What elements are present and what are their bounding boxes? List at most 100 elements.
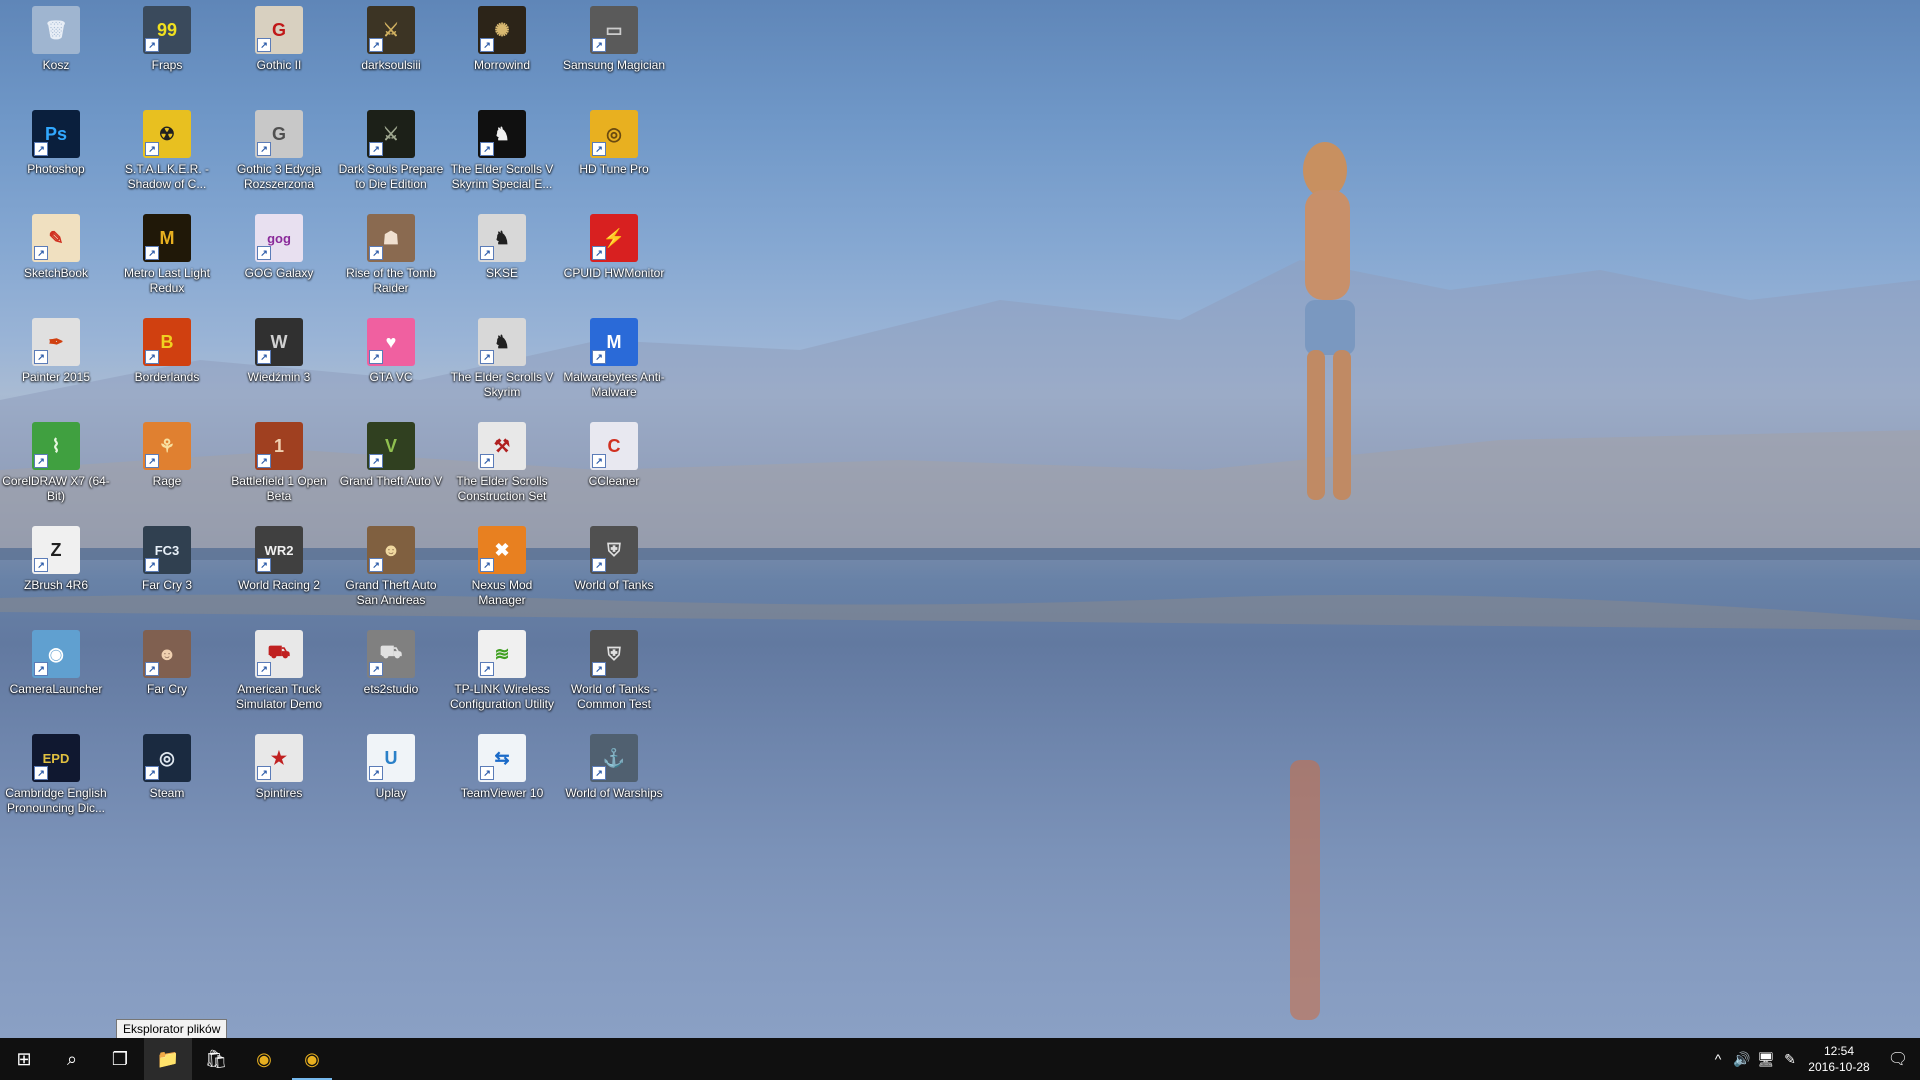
desktop-icon-label: World of Warships (565, 786, 663, 800)
desktop-icon[interactable]: ✺ ↗ Morrowind (448, 0, 556, 100)
app-icon: ♞ ↗ (478, 110, 526, 158)
search-button[interactable]: ⌕ (48, 1038, 96, 1080)
desktop-icon[interactable]: W ↗ Wiedźmin 3 (225, 312, 333, 412)
store-button[interactable]: 🛍 (192, 1038, 240, 1080)
desktop-icon[interactable]: ◎ ↗ HD Tune Pro (560, 104, 668, 204)
desktop-icon-label: Gothic 3 Edycja Rozszerzona (236, 162, 322, 191)
desktop-icon[interactable]: ☗ ↗ Rise of the Tomb Raider (337, 208, 445, 308)
pen-workspace-icon[interactable]: ✎ (1778, 1051, 1802, 1068)
desktop-icon[interactable]: ☢ ↗ S.T.A.L.K.E.R. - Shadow of C... (113, 104, 221, 204)
shortcut-arrow-icon: ↗ (257, 38, 271, 52)
desktop-icon[interactable]: B ↗ Borderlands (113, 312, 221, 412)
shortcut-arrow-icon: ↗ (369, 142, 383, 156)
desktop-icon[interactable]: 99 ↗ Fraps (113, 0, 221, 100)
desktop-icon[interactable]: ✒ ↗ Painter 2015 (2, 312, 110, 412)
app-icon: Ps ↗ (32, 110, 80, 158)
app-icon: ⚓ ↗ (590, 734, 638, 782)
desktop-icon[interactable]: EPD ↗ Cambridge English Pronouncing Dic... (2, 728, 110, 828)
desktop-icon[interactable]: ⛟ ↗ American Truck Simulator Demo (225, 624, 333, 724)
desktop-icon[interactable]: ⚔ ↗ darksoulsiii (337, 0, 445, 100)
desktop-icon-label: Uplay (375, 786, 407, 800)
desktop-icon[interactable]: ⚔ ↗ Dark Souls Prepare to Die Edition (337, 104, 445, 204)
desktop-icon[interactable]: G ↗ Gothic II (225, 0, 333, 100)
shortcut-arrow-icon: ↗ (592, 662, 606, 676)
desktop-icon-label: Morrowind (473, 58, 530, 72)
desktop-icon[interactable]: M ↗ Malwarebytes Anti-Malware (560, 312, 668, 412)
desktop-icon[interactable]: ☻ ↗ Far Cry (113, 624, 221, 724)
desktop-icon[interactable]: gog ↗ GOG Galaxy (225, 208, 333, 308)
desktop-icon[interactable]: ⇆ ↗ TeamViewer 10 (448, 728, 556, 828)
desktop-icon-label: CameraLauncher (9, 682, 103, 696)
network-icon[interactable]: 🖥 (1754, 1051, 1778, 1068)
desktop-icon[interactable]: U ↗ Uplay (337, 728, 445, 828)
app-icon: ✖ ↗ (478, 526, 526, 574)
desktop-icon-label: American Truck Simulator Demo (235, 682, 323, 711)
desktop-icon[interactable]: ⚡ ↗ CPUID HWMonitor (560, 208, 668, 308)
show-hidden-icons-chevron-icon[interactable]: ^ (1706, 1051, 1730, 1067)
app-icon: EPD ↗ (32, 734, 80, 782)
desktop-icon-label: ZBrush 4R6 (23, 578, 89, 592)
app-icon: ☻ ↗ (367, 526, 415, 574)
action-center-icon[interactable]: 🗨 (1876, 1049, 1920, 1069)
desktop-icon[interactable]: ✎ ↗ SketchBook (2, 208, 110, 308)
desktop-icon[interactable]: M ↗ Metro Last Light Redux (113, 208, 221, 308)
desktop-icon[interactable]: ♞ ↗ SKSE (448, 208, 556, 308)
chrome-button[interactable]: ◉ (240, 1038, 288, 1080)
desktop-icon[interactable]: C ↗ CCleaner (560, 416, 668, 516)
desktop-icon[interactable]: ◎ ↗ Steam (113, 728, 221, 828)
desktop-icon-label: HD Tune Pro (579, 162, 649, 176)
desktop-icon-label: Rise of the Tomb Raider (346, 266, 436, 295)
desktop-icon[interactable]: ⛨ ↗ World of Tanks (560, 520, 668, 620)
desktop-icon[interactable]: ⚒ ↗ The Elder Scrolls Construction Set (448, 416, 556, 516)
desktop-icon-label: Fraps (151, 58, 183, 72)
shortcut-arrow-icon: ↗ (257, 246, 271, 260)
desktop[interactable]: 🗑 Kosz 99 ↗ Fraps G ↗ Gothic II ⚔ ↗ darksoulsiii ✺ ↗… (0, 0, 1920, 1038)
desktop-icon[interactable]: ⛟ ↗ ets2studio (337, 624, 445, 724)
desktop-icon[interactable]: WR2 ↗ World Racing 2 (225, 520, 333, 620)
app-icon: ☻ ↗ (143, 630, 191, 678)
desktop-icon[interactable]: FC3 ↗ Far Cry 3 (113, 520, 221, 620)
desktop-icon[interactable]: ⛨ ↗ World of Tanks - Common Test (560, 624, 668, 724)
desktop-icon-label: ets2studio (363, 682, 419, 696)
desktop-icon[interactable]: Ps ↗ Photoshop (2, 104, 110, 204)
desktop-icon[interactable]: ⚘ ↗ Rage (113, 416, 221, 516)
clock[interactable]: 12:54 2016-10-28 (1802, 1043, 1876, 1075)
task-view-button[interactable]: ❐ (96, 1038, 144, 1080)
start-button[interactable]: ⊞ (0, 1038, 48, 1080)
desktop-icon-label: The Elder Scrolls V Skyrim Special E... (450, 162, 554, 191)
desktop-icon-label: SketchBook (23, 266, 89, 280)
app-icon: ☢ ↗ (143, 110, 191, 158)
desktop-icon[interactable]: 1 ↗ Battlefield 1 Open Beta (225, 416, 333, 516)
desktop-icon[interactable]: ♥ ↗ GTA VC (337, 312, 445, 412)
desktop-icon[interactable]: ☻ ↗ Grand Theft Auto San Andreas (337, 520, 445, 620)
app-icon: ⛟ ↗ (255, 630, 303, 678)
desktop-icon[interactable]: ✖ ↗ Nexus Mod Manager (448, 520, 556, 620)
desktop-icon[interactable]: ⚓ ↗ World of Warships (560, 728, 668, 828)
desktop-icon[interactable]: ♞ ↗ The Elder Scrolls V Skyrim Special E..… (448, 104, 556, 204)
desktop-icon[interactable]: ▭ ↗ Samsung Magician (560, 0, 668, 100)
file-explorer-button[interactable]: 📁 (144, 1038, 192, 1080)
volume-icon[interactable]: 🔊 (1730, 1051, 1754, 1068)
chrome-icon: ◉ (304, 1048, 320, 1069)
desktop-icon-label: TeamViewer 10 (460, 786, 544, 800)
desktop-icon[interactable]: ★ ↗ Spintires (225, 728, 333, 828)
desktop-icon[interactable]: ◉ ↗ CameraLauncher (2, 624, 110, 724)
desktop-icon[interactable]: ♞ ↗ The Elder Scrolls V Skyrim (448, 312, 556, 412)
desktop-icon[interactable]: ⌇ ↗ CorelDRAW X7 (64-Bit) (2, 416, 110, 516)
desktop-icon[interactable]: Z ↗ ZBrush 4R6 (2, 520, 110, 620)
shortcut-arrow-icon: ↗ (145, 454, 159, 468)
desktop-icon-label: Cambridge English Pronouncing Dic... (5, 786, 107, 815)
shortcut-arrow-icon: ↗ (592, 558, 606, 572)
desktop-icon[interactable]: G ↗ Gothic 3 Edycja Rozszerzona (225, 104, 333, 204)
shortcut-arrow-icon: ↗ (592, 350, 606, 364)
app-icon: ◎ ↗ (143, 734, 191, 782)
desktop-icon[interactable]: ≋ ↗ TP-LINK Wireless Configuration Utility (448, 624, 556, 724)
task-view-icon: ❐ (111, 1048, 129, 1069)
desktop-icon[interactable]: V ↗ Grand Theft Auto V (337, 416, 445, 516)
chrome-open-button[interactable]: ◉ (288, 1038, 336, 1080)
app-icon: 1 ↗ (255, 422, 303, 470)
chrome-icon: ◉ (256, 1048, 272, 1069)
shortcut-arrow-icon: ↗ (592, 142, 606, 156)
desktop-icon[interactable]: 🗑 Kosz (2, 0, 110, 100)
desktop-icon-label: Metro Last Light Redux (123, 266, 211, 295)
